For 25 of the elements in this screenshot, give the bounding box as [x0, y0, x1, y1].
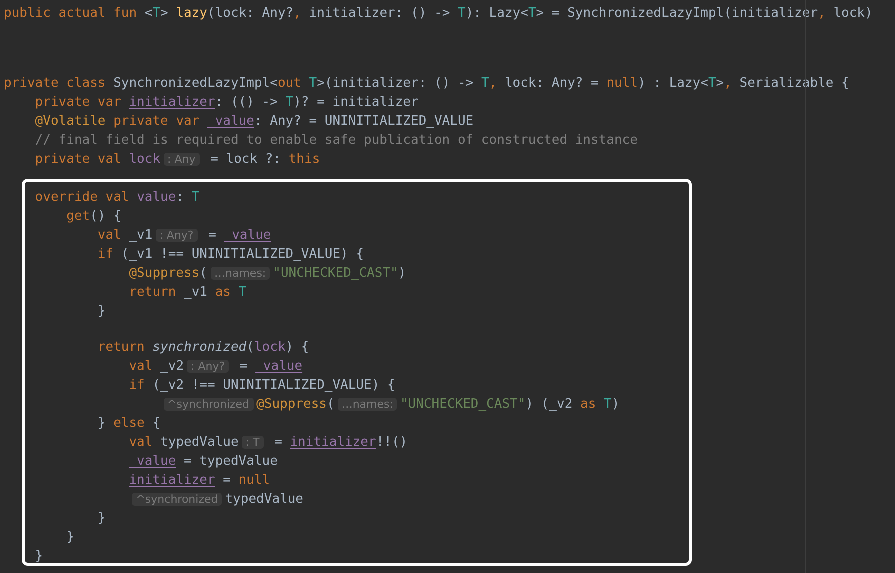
code-line: private class SynchronizedLazyImpl<out T>(initializer: () -> T, lock: Any? = null) : Lazy<T>, Serializable { [4, 75, 850, 93]
code-line: get() { [66, 208, 122, 226]
code-line: public actual fun <T> lazy(lock: Any?, initializer: () -> T): Lazy<T> = SynchronizedLazyImpl(initializer, lock) [4, 5, 873, 23]
code-line: if (_v1 !== UNINITIALIZED_VALUE) { [96, 246, 364, 264]
code-line: // final field is required to enable safe publication of constructed instance [34, 132, 638, 150]
code-line: initializer = null [128, 472, 270, 490]
code-line: _value = typedValue [128, 453, 278, 471]
code-line: private val lock : Any = lock ?: this [34, 151, 320, 169]
code-line: } [96, 510, 106, 528]
code-line: } [34, 548, 44, 563]
code-line: @Suppress( …names: "UNCHECKED_CAST") [128, 265, 406, 283]
code-line: private var initializer: (() -> T)? = initializer [34, 94, 419, 112]
code-line: return synchronized(lock) { [96, 339, 310, 357]
code-line: } [96, 303, 106, 321]
code-line: ^synchronized @Suppress( …names: "UNCHECKED_CAST") (_v2 as T) [25, 395, 620, 414]
code-line: @Volatile private var _value: Any? = UNINITIALIZED_VALUE [34, 113, 474, 131]
code-line: override val value: T [34, 189, 200, 207]
code-line: val typedValue : T = initializer!!() [128, 434, 408, 452]
code-line: } [66, 529, 74, 547]
code-line: val _v2 : Any? = _value [128, 358, 303, 376]
code-line: } else { [96, 415, 161, 433]
code-line: if (_v2 !== UNINITIALIZED_VALUE) { [128, 377, 396, 395]
code-line: ^synchronized typedValue [25, 490, 304, 509]
code-line: val _v1 : Any? = _value [96, 227, 272, 245]
code-line: return _v1 as T [128, 284, 247, 302]
